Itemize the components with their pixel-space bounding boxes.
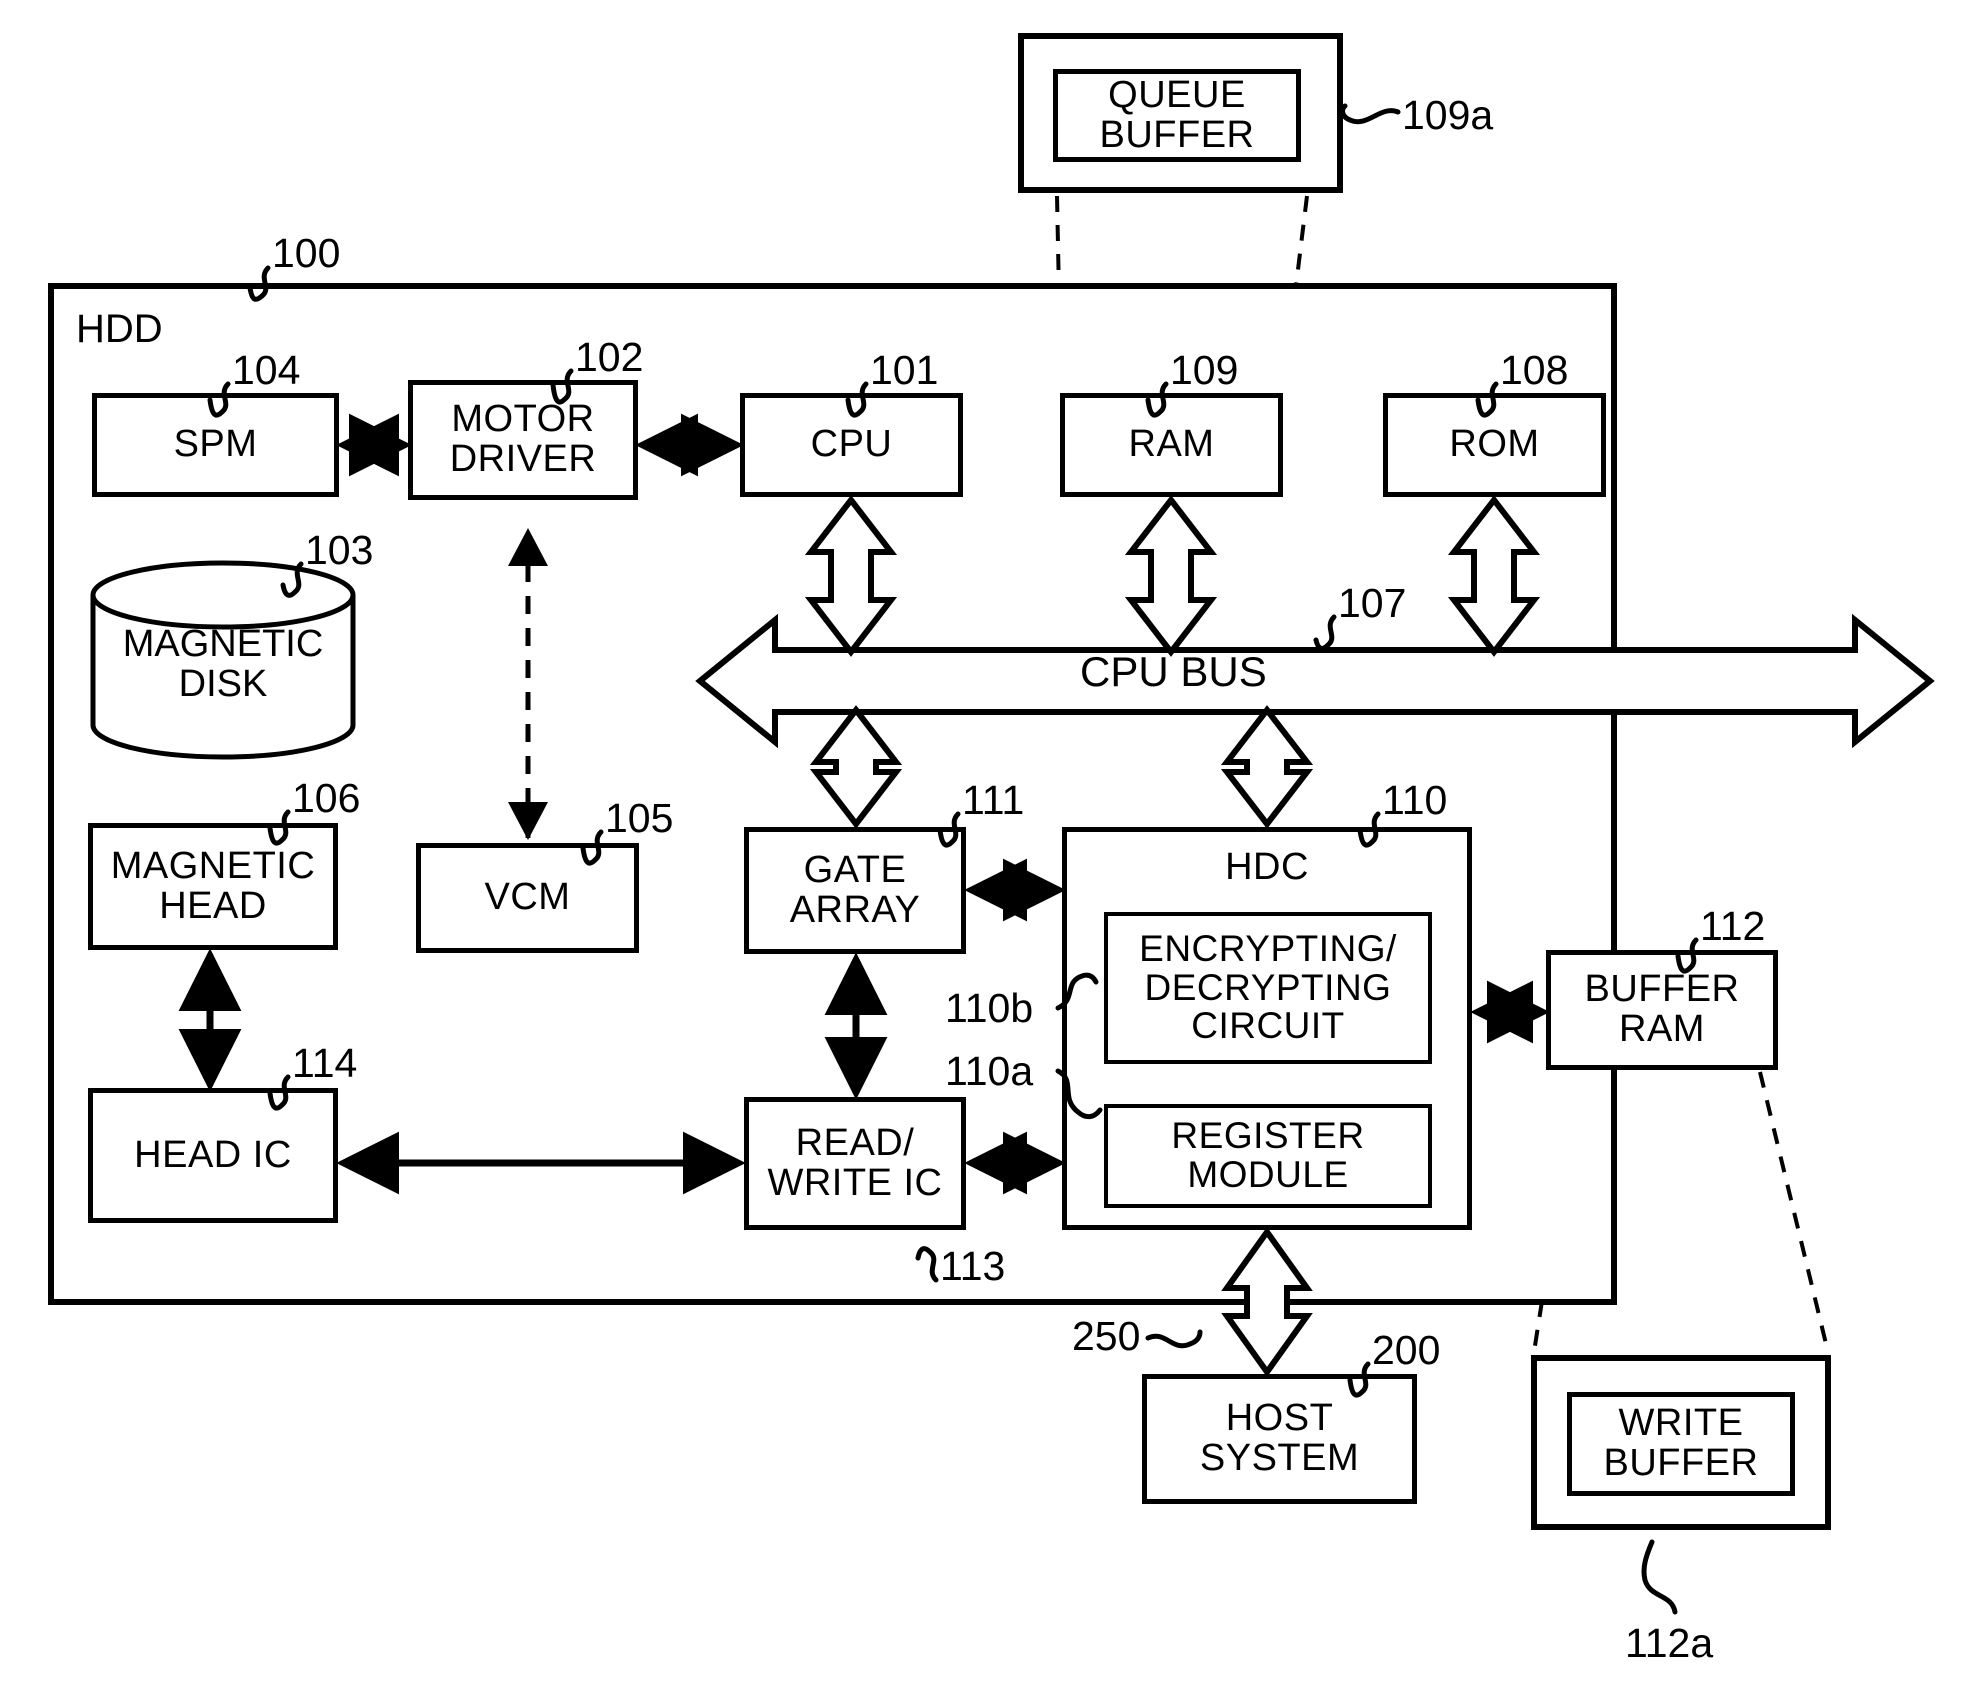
leader-curl-layer (207, 103, 1699, 1615)
figure-canvas: QUEUE BUFFER 109a HDD 100 SPM 104 MOTOR … (0, 0, 1964, 1699)
